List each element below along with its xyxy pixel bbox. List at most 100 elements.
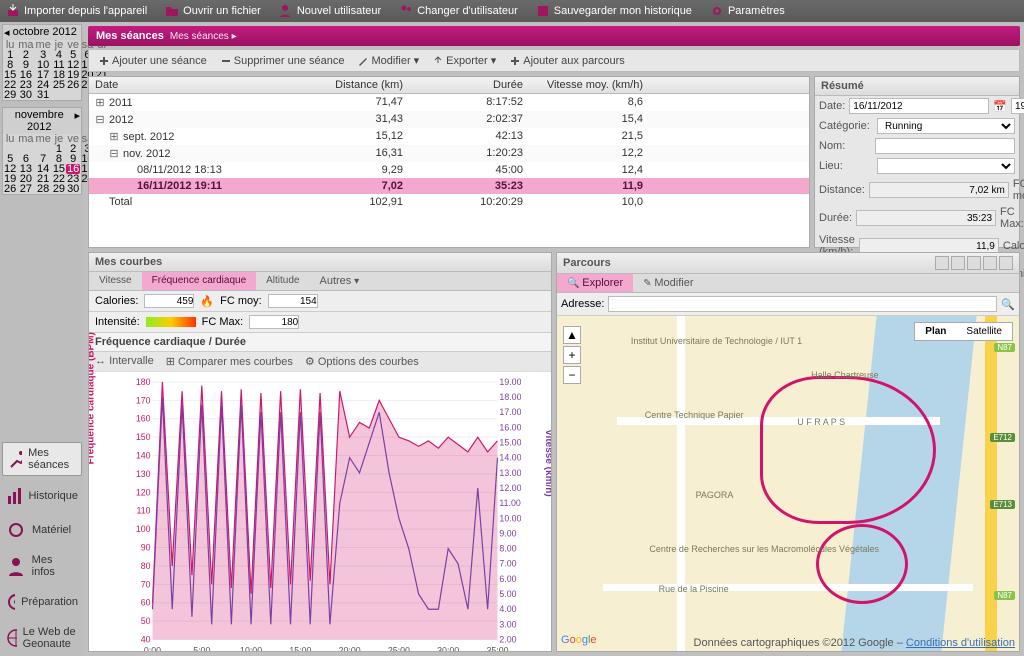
calendar-day[interactable]: 30 xyxy=(66,184,80,194)
table-row[interactable]: ⊞201171,478:17:528,6 xyxy=(89,94,809,111)
map-poi: U F R A P S xyxy=(797,417,845,427)
chart-compare-button[interactable]: ⊞ Comparer mes courbes xyxy=(166,355,293,368)
svg-text:25:00: 25:00 xyxy=(388,645,410,652)
map-zoom-out[interactable]: − xyxy=(563,366,581,384)
calendar-day[interactable]: 25 xyxy=(52,80,66,90)
maptype-satellite[interactable]: Satellite xyxy=(956,323,1012,340)
save-history-button[interactable]: Sauvegarder mon historique xyxy=(536,4,692,18)
cal-prev-icon[interactable]: ◂ xyxy=(4,26,10,39)
page-title: Mes séances xyxy=(96,30,164,42)
calendar-day[interactable]: 28 xyxy=(35,184,52,194)
summary-title: Résumé xyxy=(815,77,1019,96)
table-row[interactable]: ⊞sept. 201215,1242:1321,5 xyxy=(89,128,809,145)
intensity-bar xyxy=(146,317,196,327)
map-poi: Institut Universitaire de Technologie / … xyxy=(631,336,802,346)
cal-next-icon[interactable]: ▸ xyxy=(74,109,80,133)
breadcrumb: Mes séances ▸ xyxy=(170,31,237,42)
col-distance[interactable]: Distance (km) xyxy=(289,77,409,93)
map-icon-4[interactable] xyxy=(983,256,997,270)
svg-text:130: 130 xyxy=(136,469,151,479)
minus-icon xyxy=(221,56,231,66)
table-row[interactable]: Total102,9110:20:2910,0 xyxy=(89,194,809,210)
tab-autres[interactable]: Autres ▾ xyxy=(310,272,370,290)
svg-text:6.00: 6.00 xyxy=(499,574,516,584)
map-terms-link[interactable]: Conditions d'utilisation xyxy=(906,637,1015,649)
tab-fc[interactable]: Fréquence cardiaque xyxy=(142,272,257,290)
import-button[interactable]: Importer depuis l'appareil xyxy=(6,4,147,18)
calendar-day[interactable]: 26 xyxy=(3,184,17,194)
sidebar-item-material[interactable]: Matériel xyxy=(2,516,82,544)
target-icon xyxy=(6,592,15,612)
map-icon-1[interactable] xyxy=(935,256,949,270)
map-route-badge: N87 xyxy=(994,591,1015,600)
calendar-day[interactable]: 31 xyxy=(35,90,52,100)
svg-text:9.00: 9.00 xyxy=(499,528,516,538)
summary-name[interactable] xyxy=(875,138,1015,154)
summary-time[interactable] xyxy=(1011,98,1024,114)
svg-text:70: 70 xyxy=(141,579,151,589)
export-button[interactable]: Exporter▾ xyxy=(427,52,502,70)
map-canvas[interactable]: Halle Chartreuse U F R A P S PAGORA Cent… xyxy=(557,316,1019,651)
map-icon-5[interactable] xyxy=(999,256,1013,270)
chart-interval-button[interactable]: ↔ Intervalle xyxy=(95,355,154,368)
col-date[interactable]: Date xyxy=(89,77,289,93)
calendar-day[interactable]: 26 xyxy=(66,80,80,90)
calendar-day[interactable]: 29 xyxy=(3,90,17,100)
globe-icon xyxy=(6,628,17,648)
map-poi: Rue de la Piscine xyxy=(659,584,729,594)
search-icon[interactable]: 🔍 xyxy=(1001,298,1015,311)
open-file-button[interactable]: Ouvrir un fichier xyxy=(165,4,261,18)
tab-explorer[interactable]: 🔍 Explorer xyxy=(557,274,633,292)
user-plus-icon xyxy=(279,4,293,18)
col-duration[interactable]: Durée xyxy=(409,77,529,93)
gps-track-oval xyxy=(816,524,908,604)
sidebar-item-preparation[interactable]: Préparation xyxy=(2,588,82,616)
col-speed[interactable]: Vitesse moy. (km/h) xyxy=(529,77,649,93)
svg-text:10:00: 10:00 xyxy=(240,645,262,652)
map-mini-icons xyxy=(935,256,1013,270)
settings-button[interactable]: Paramètres xyxy=(710,4,785,18)
table-row[interactable]: ⊟nov. 201216,311:20:2312,2 xyxy=(89,145,809,162)
modify-button[interactable]: Modifier▾ xyxy=(352,52,425,70)
calendar-day[interactable] xyxy=(66,90,80,100)
sidebar-item-myinfo[interactable]: Mes infos xyxy=(2,550,82,582)
new-user-button[interactable]: Nouvel utilisateur xyxy=(279,4,381,18)
summary-date[interactable] xyxy=(849,98,989,114)
tab-vitesse[interactable]: Vitesse xyxy=(89,272,142,290)
calendar-icon[interactable]: 📅 xyxy=(993,100,1007,113)
map-zoom-in[interactable]: + xyxy=(563,346,581,364)
map-icon-2[interactable] xyxy=(951,256,965,270)
svg-text:8.00: 8.00 xyxy=(499,544,516,554)
table-row[interactable]: 08/11/2012 18:139,2945:0012,4 xyxy=(89,162,809,178)
calendar-november[interactable]: novembre 2012▸ lumamejevesadi12345678910… xyxy=(2,107,82,195)
calendar-october[interactable]: ◂octobre 2012 lumamejevesadi123456789101… xyxy=(2,24,82,101)
calendar-day[interactable]: 27 xyxy=(17,184,34,194)
table-row[interactable]: ⊟201231,432:02:3715,4 xyxy=(89,111,809,128)
chart-options-button[interactable]: ⚙ Options des courbes xyxy=(305,355,419,368)
map-pan-up[interactable]: ▲ xyxy=(563,326,581,344)
tab-modifier[interactable]: ✎ Modifier xyxy=(633,274,703,292)
summary-category[interactable]: Running xyxy=(877,118,1015,134)
maptype-plan[interactable]: Plan xyxy=(915,323,956,340)
table-row[interactable]: 16/11/2012 19:117,0235:2311,9 xyxy=(89,178,809,194)
add-session-button[interactable]: Ajouter une séance xyxy=(93,52,213,70)
delete-session-button[interactable]: Supprimer une séance xyxy=(215,52,351,70)
gear-icon xyxy=(710,4,724,18)
chart-area[interactable]: Fréquence cardiaque (BPM) Vitesse (km/h)… xyxy=(89,372,551,652)
switch-user-button[interactable]: Changer d'utilisateur xyxy=(399,4,518,18)
summary-place[interactable] xyxy=(877,158,1015,174)
svg-text:2.00: 2.00 xyxy=(499,634,516,644)
svg-text:80: 80 xyxy=(141,561,151,571)
add-to-routes-button[interactable]: Ajouter aux parcours xyxy=(504,52,631,70)
calendar-day[interactable]: 29 xyxy=(52,184,66,194)
map-zoom-controls: ▲ + − xyxy=(563,326,581,384)
tab-altitude[interactable]: Altitude xyxy=(256,272,309,290)
map-icon-3[interactable] xyxy=(967,256,981,270)
google-logo: Google xyxy=(561,632,597,647)
address-input[interactable] xyxy=(608,296,997,312)
sidebar-item-history[interactable]: Historique xyxy=(2,482,82,510)
sidebar-item-web[interactable]: Le Web de Geonaute xyxy=(2,622,82,654)
calendar-day[interactable]: 30 xyxy=(17,90,34,100)
calendar-day[interactable] xyxy=(52,90,66,100)
sidebar-item-sessions[interactable]: Mes séances xyxy=(2,442,82,476)
